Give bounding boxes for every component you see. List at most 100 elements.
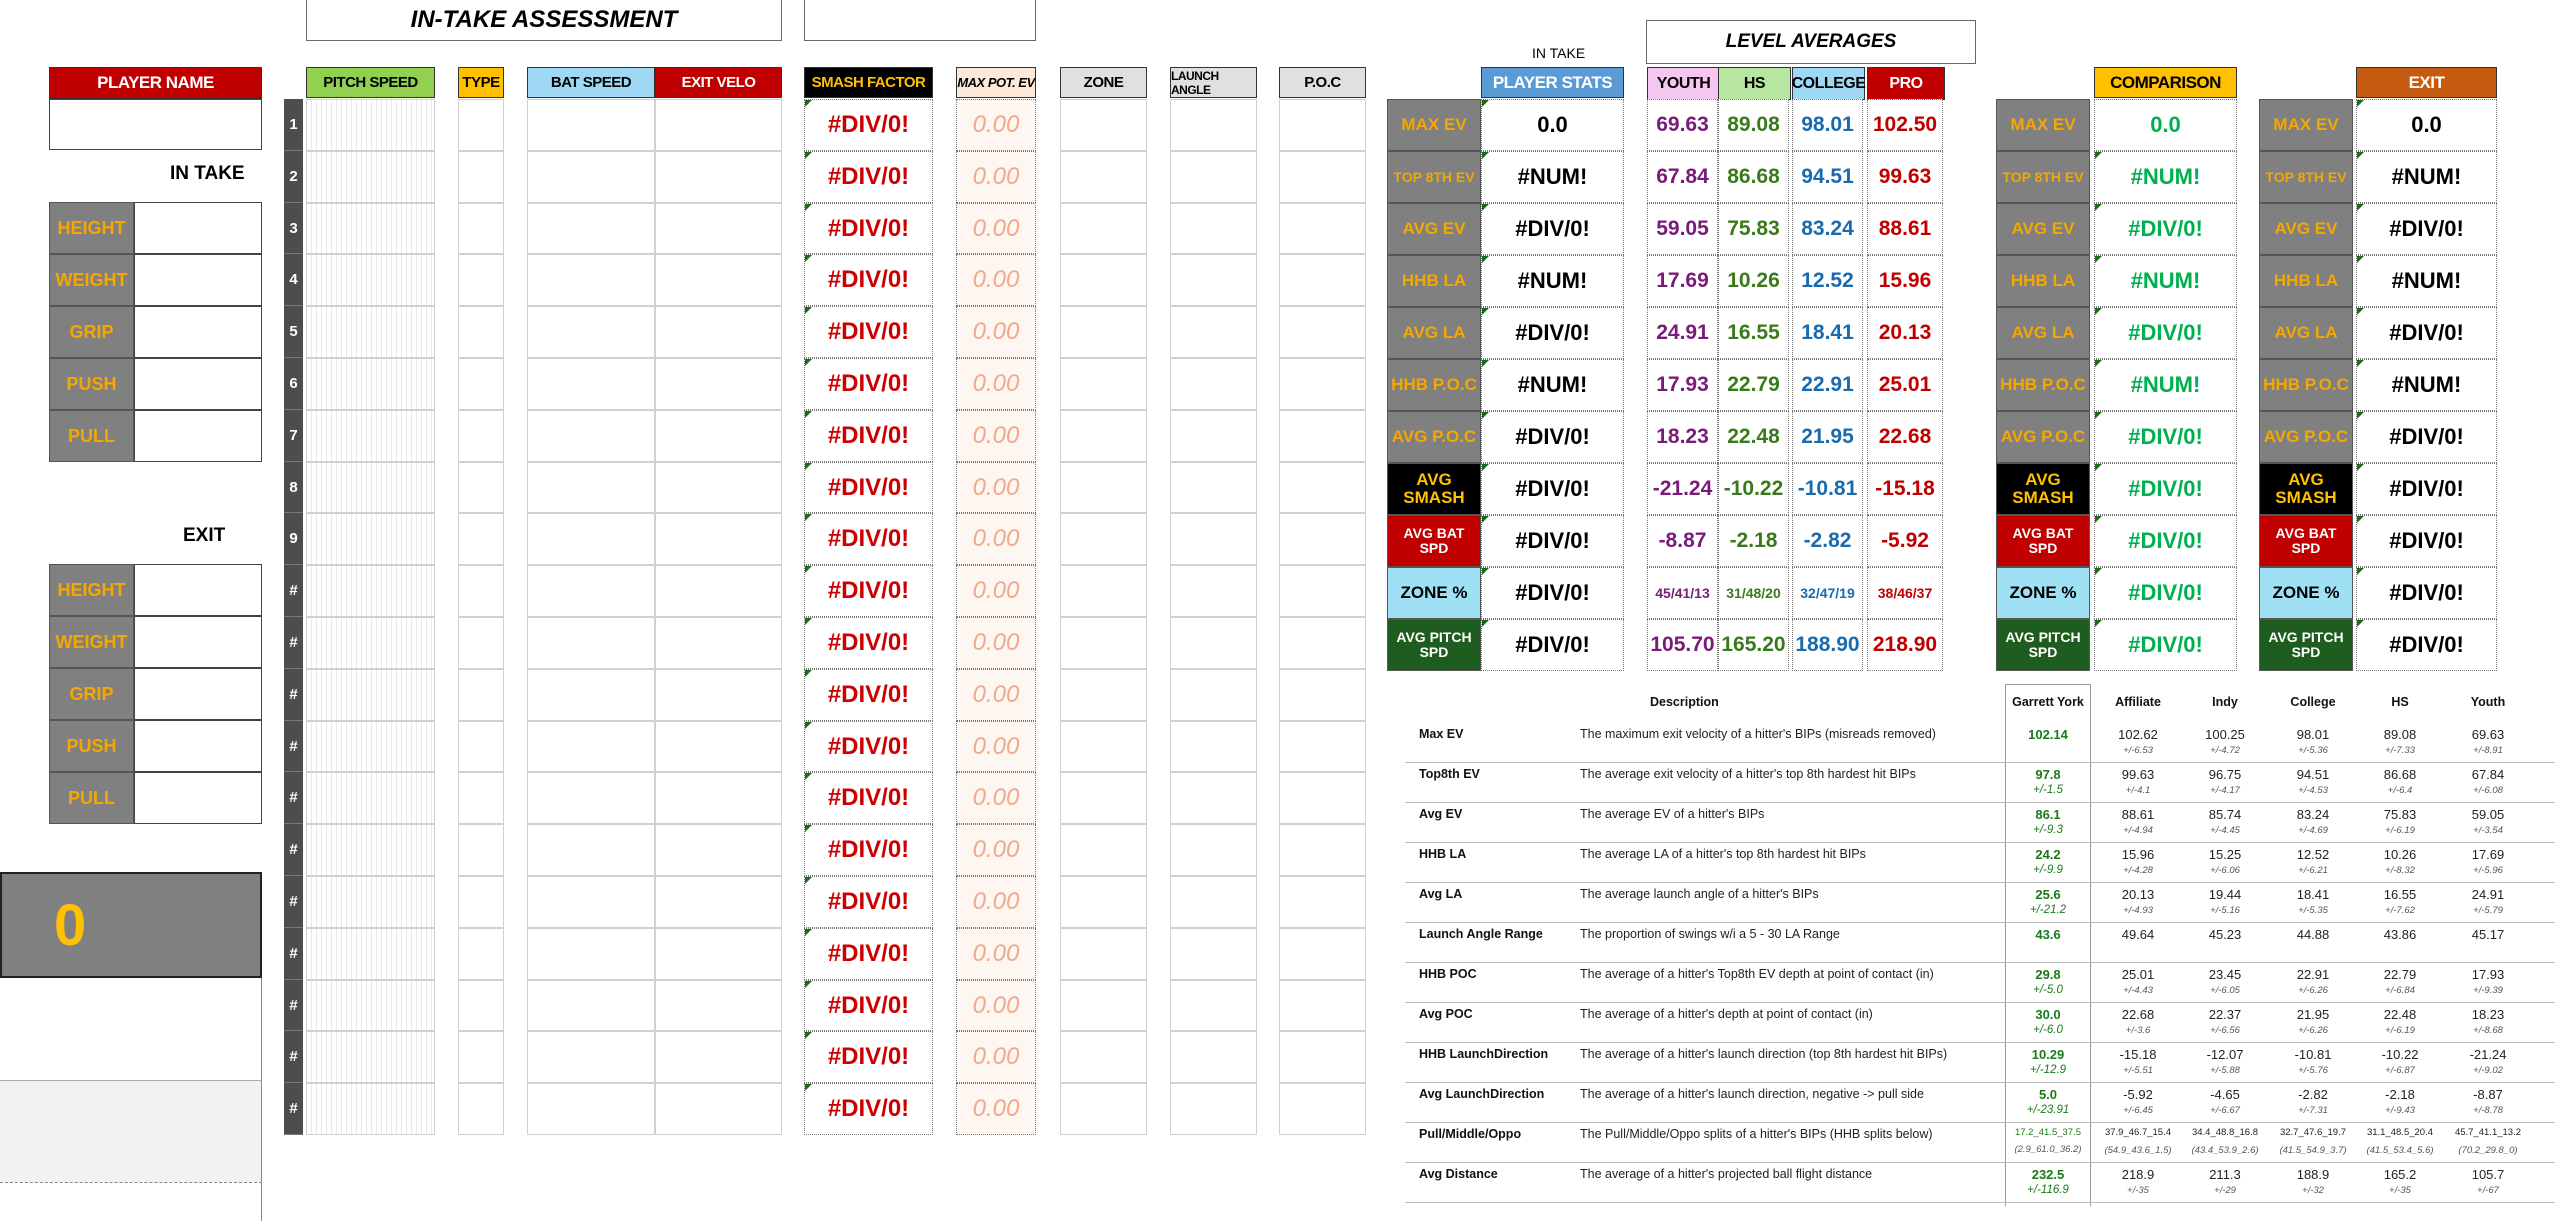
launch-angle-cell[interactable]: [1170, 358, 1257, 410]
pitch-speed-cell[interactable]: [306, 99, 435, 151]
exit-measure-input[interactable]: [134, 720, 262, 772]
launch-angle-cell[interactable]: [1170, 513, 1257, 565]
type-cell[interactable]: [458, 772, 504, 824]
notes-box-2[interactable]: [0, 1080, 262, 1182]
poc-cell[interactable]: [1279, 358, 1366, 410]
poc-cell[interactable]: [1279, 980, 1366, 1031]
exit-velo-cell[interactable]: [655, 980, 782, 1031]
type-cell[interactable]: [458, 462, 504, 513]
pitch-speed-cell[interactable]: [306, 1083, 435, 1135]
bat-speed-cell[interactable]: [527, 99, 655, 151]
smash-factor-cell[interactable]: #DIV/0!: [804, 203, 933, 254]
bat-speed-cell[interactable]: [527, 669, 655, 721]
launch-angle-cell[interactable]: [1170, 565, 1257, 617]
zone-cell[interactable]: [1060, 721, 1147, 772]
zone-cell[interactable]: [1060, 669, 1147, 721]
launch-angle-cell[interactable]: [1170, 151, 1257, 203]
launch-angle-cell[interactable]: [1170, 99, 1257, 151]
max-pot-ev-cell[interactable]: 0.00: [956, 772, 1036, 824]
zone-cell[interactable]: [1060, 824, 1147, 876]
exit-velo-cell[interactable]: [655, 203, 782, 254]
exit-velo-cell[interactable]: [655, 565, 782, 617]
zone-cell[interactable]: [1060, 513, 1147, 565]
zone-cell[interactable]: [1060, 772, 1147, 824]
smash-factor-cell[interactable]: #DIV/0!: [804, 151, 933, 203]
player-name-input[interactable]: [49, 99, 262, 150]
zone-cell[interactable]: [1060, 617, 1147, 669]
max-pot-ev-cell[interactable]: 0.00: [956, 306, 1036, 358]
bat-speed-cell[interactable]: [527, 980, 655, 1031]
max-pot-ev-cell[interactable]: 0.00: [956, 669, 1036, 721]
zone-cell[interactable]: [1060, 99, 1147, 151]
zone-cell[interactable]: [1060, 358, 1147, 410]
poc-cell[interactable]: [1279, 928, 1366, 980]
smash-factor-cell[interactable]: #DIV/0!: [804, 617, 933, 669]
max-pot-ev-cell[interactable]: 0.00: [956, 203, 1036, 254]
launch-angle-cell[interactable]: [1170, 410, 1257, 462]
type-cell[interactable]: [458, 669, 504, 721]
smash-factor-cell[interactable]: #DIV/0!: [804, 462, 933, 513]
notes-box-1[interactable]: [0, 978, 262, 1080]
exit-velo-cell[interactable]: [655, 513, 782, 565]
poc-cell[interactable]: [1279, 99, 1366, 151]
pitch-speed-cell[interactable]: [306, 254, 435, 306]
exit-measure-input[interactable]: [134, 616, 262, 668]
max-pot-ev-cell[interactable]: 0.00: [956, 824, 1036, 876]
type-cell[interactable]: [458, 1083, 504, 1135]
bat-speed-cell[interactable]: [527, 358, 655, 410]
zone-cell[interactable]: [1060, 151, 1147, 203]
max-pot-ev-cell[interactable]: 0.00: [956, 513, 1036, 565]
intake-measure-input[interactable]: [134, 254, 262, 306]
zone-cell[interactable]: [1060, 306, 1147, 358]
exit-measure-input[interactable]: [134, 772, 262, 824]
bat-speed-cell[interactable]: [527, 203, 655, 254]
max-pot-ev-cell[interactable]: 0.00: [956, 928, 1036, 980]
launch-angle-cell[interactable]: [1170, 462, 1257, 513]
smash-factor-cell[interactable]: #DIV/0!: [804, 721, 933, 772]
max-pot-ev-cell[interactable]: 0.00: [956, 151, 1036, 203]
type-cell[interactable]: [458, 99, 504, 151]
launch-angle-cell[interactable]: [1170, 876, 1257, 928]
bat-speed-cell[interactable]: [527, 617, 655, 669]
exit-velo-cell[interactable]: [655, 669, 782, 721]
max-pot-ev-cell[interactable]: 0.00: [956, 99, 1036, 151]
smash-factor-cell[interactable]: #DIV/0!: [804, 824, 933, 876]
poc-cell[interactable]: [1279, 306, 1366, 358]
type-cell[interactable]: [458, 151, 504, 203]
bat-speed-cell[interactable]: [527, 721, 655, 772]
poc-cell[interactable]: [1279, 151, 1366, 203]
type-cell[interactable]: [458, 876, 504, 928]
notes-box-3[interactable]: [0, 1182, 262, 1221]
poc-cell[interactable]: [1279, 1031, 1366, 1083]
exit-velo-cell[interactable]: [655, 306, 782, 358]
pitch-speed-cell[interactable]: [306, 462, 435, 513]
type-cell[interactable]: [458, 721, 504, 772]
exit-velo-cell[interactable]: [655, 99, 782, 151]
bat-speed-cell[interactable]: [527, 928, 655, 980]
pitch-speed-cell[interactable]: [306, 928, 435, 980]
pitch-speed-cell[interactable]: [306, 980, 435, 1031]
pitch-speed-cell[interactable]: [306, 565, 435, 617]
bat-speed-cell[interactable]: [527, 513, 655, 565]
launch-angle-cell[interactable]: [1170, 980, 1257, 1031]
pitch-speed-cell[interactable]: [306, 824, 435, 876]
exit-velo-cell[interactable]: [655, 876, 782, 928]
type-cell[interactable]: [458, 306, 504, 358]
type-cell[interactable]: [458, 203, 504, 254]
zone-cell[interactable]: [1060, 876, 1147, 928]
exit-velo-cell[interactable]: [655, 617, 782, 669]
launch-angle-cell[interactable]: [1170, 1083, 1257, 1135]
max-pot-ev-cell[interactable]: 0.00: [956, 1083, 1036, 1135]
zone-cell[interactable]: [1060, 1031, 1147, 1083]
type-cell[interactable]: [458, 980, 504, 1031]
exit-velo-cell[interactable]: [655, 151, 782, 203]
smash-factor-cell[interactable]: #DIV/0!: [804, 410, 933, 462]
smash-factor-cell[interactable]: #DIV/0!: [804, 358, 933, 410]
pitch-speed-cell[interactable]: [306, 151, 435, 203]
pitch-speed-cell[interactable]: [306, 669, 435, 721]
pitch-speed-cell[interactable]: [306, 358, 435, 410]
launch-angle-cell[interactable]: [1170, 306, 1257, 358]
exit-velo-cell[interactable]: [655, 1083, 782, 1135]
smash-factor-cell[interactable]: #DIV/0!: [804, 928, 933, 980]
pitch-speed-cell[interactable]: [306, 513, 435, 565]
